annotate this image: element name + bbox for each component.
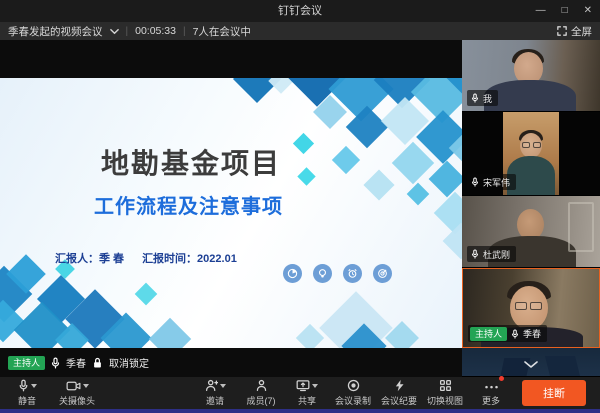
record-icon <box>347 379 360 392</box>
share-screen-icon <box>296 379 310 392</box>
decor-diamond <box>293 133 314 154</box>
host-badge: 主持人 <box>8 356 45 370</box>
more-dots-icon <box>484 379 499 392</box>
record-button[interactable]: 会议录制 <box>332 379 374 407</box>
window-bottom-edge <box>0 409 600 413</box>
members-button[interactable]: 成员(7) <box>240 379 282 407</box>
camera-label: 关摄像头 <box>59 394 95 407</box>
fullscreen-label: 全屏 <box>571 24 592 39</box>
fullscreen-icon <box>557 26 567 36</box>
decor-diamond <box>332 146 360 174</box>
fullscreen-button[interactable]: 全屏 <box>557 24 592 39</box>
shared-screen-area[interactable]: 地勘基金项目 工作流程及注意事项 汇报人：季 春 汇报时间：2022.01 <box>0 40 462 377</box>
meeting-toolbar: 静音 关摄像头 邀请 成员( <box>0 377 600 409</box>
participant-tile-jichun-active[interactable]: 主持人 季春 <box>462 268 600 348</box>
record-label: 会议录制 <box>335 394 371 407</box>
participant-name: 我 <box>483 92 492 105</box>
hangup-button[interactable]: 挂断 <box>522 380 586 406</box>
slide-subtitle: 工作流程及注意事项 <box>94 190 283 219</box>
close-button[interactable]: ✕ <box>584 0 592 22</box>
meeting-timer: 00:05:33 <box>135 25 176 37</box>
participant-tile-partial[interactable] <box>462 348 600 377</box>
mute-label: 静音 <box>18 394 36 407</box>
host-badge: 主持人 <box>470 327 507 341</box>
slide-presenter-label: 汇报人：季 春 <box>55 253 124 265</box>
more-participants-chevron-icon[interactable] <box>523 356 539 376</box>
invite-button[interactable]: 邀请 <box>194 379 236 407</box>
minimize-button[interactable]: — <box>536 0 546 22</box>
alarm-clock-icon <box>343 264 362 283</box>
participant-label: 主持人 季春 <box>468 325 547 342</box>
participant-label: 我 <box>467 90 498 106</box>
share-dropdown-caret[interactable] <box>312 384 318 388</box>
participant-sidebar: 我 宋军伟 <box>462 40 600 377</box>
dingtalk-meeting-window: 钉钉会议 — □ ✕ 季春发起的视频会议 | 00:05:33 | 7人在会议中… <box>0 0 600 413</box>
slide-presenter-line: 汇报人：季 春 汇报时间：2022.01 <box>55 250 255 266</box>
presenter-overlay: 主持人 季春 取消锁定 <box>8 355 149 370</box>
more-button[interactable]: 更多 <box>470 379 512 407</box>
members-label: 成员(7) <box>247 394 276 407</box>
invite-label: 邀请 <box>206 394 224 407</box>
participant-label: 宋军伟 <box>467 174 516 190</box>
target-icon <box>373 264 392 283</box>
invite-dropdown-caret[interactable] <box>220 384 226 388</box>
mic-icon <box>18 379 29 392</box>
door-frame <box>568 202 594 252</box>
unlock-button[interactable]: 取消锁定 <box>109 355 149 370</box>
decor-diamond <box>429 161 462 198</box>
camera-dropdown-caret[interactable] <box>83 384 89 388</box>
participant-name: 杜武刚 <box>483 248 510 261</box>
meeting-title: 季春发起的视频会议 <box>8 24 103 39</box>
slide-icon-row <box>283 264 392 283</box>
decor-diamond <box>135 283 158 306</box>
camera-icon <box>66 380 81 392</box>
mic-icon <box>471 93 479 103</box>
switch-view-label: 切换视图 <box>427 394 463 407</box>
decor-diamond <box>363 169 394 200</box>
invite-person-icon <box>205 379 218 392</box>
participant-name: 季春 <box>523 327 541 340</box>
participant-tile-songjunwei[interactable]: 宋军伟 <box>462 112 600 196</box>
decor-diamond <box>407 183 430 206</box>
grid-view-icon <box>439 379 452 392</box>
pie-chart-icon <box>283 264 302 283</box>
mic-icon <box>471 249 479 259</box>
participant-name: 宋军伟 <box>483 176 510 189</box>
minutes-button[interactable]: 会议纪要 <box>378 379 420 407</box>
members-icon <box>255 379 268 392</box>
decor-diamond <box>149 318 191 348</box>
maximize-button[interactable]: □ <box>562 0 568 22</box>
slide-report-time: 汇报时间：2022.01 <box>142 253 237 265</box>
divider: | <box>183 26 186 37</box>
flash-minutes-icon <box>393 379 406 392</box>
mute-button[interactable]: 静音 <box>6 379 48 407</box>
lightbulb-icon <box>313 264 332 283</box>
divider: | <box>126 26 129 37</box>
mic-icon <box>511 329 519 339</box>
notification-dot <box>499 376 504 381</box>
participant-tile-me[interactable]: 我 <box>462 40 600 112</box>
switch-view-button[interactable]: 切换视图 <box>424 379 466 407</box>
minutes-label: 会议纪要 <box>381 394 417 407</box>
meeting-info-bar: 季春发起的视频会议 | 00:05:33 | 7人在会议中 全屏 <box>0 22 600 40</box>
participant-tile-duwugang[interactable]: 杜武刚 <box>462 196 600 268</box>
slide-title: 地勘基金项目 <box>101 142 281 182</box>
titlebar: 钉钉会议 — □ ✕ <box>0 0 600 22</box>
lock-icon <box>92 357 103 369</box>
participant-count: 7人在会议中 <box>193 24 251 39</box>
mic-icon <box>471 177 479 187</box>
meeting-title-dropdown-icon[interactable] <box>110 28 119 35</box>
share-button[interactable]: 共享 <box>286 379 328 407</box>
presenter-name: 季春 <box>66 355 86 370</box>
share-label: 共享 <box>298 394 316 407</box>
window-title: 钉钉会议 <box>0 0 600 22</box>
decor-diamond <box>297 167 315 185</box>
presentation-slide: 地勘基金项目 工作流程及注意事项 汇报人：季 春 汇报时间：2022.01 <box>0 78 462 348</box>
mic-icon <box>51 357 60 369</box>
more-label: 更多 <box>482 394 500 407</box>
mute-dropdown-caret[interactable] <box>31 384 37 388</box>
participant-label: 杜武刚 <box>467 246 516 262</box>
camera-button[interactable]: 关摄像头 <box>56 379 98 407</box>
